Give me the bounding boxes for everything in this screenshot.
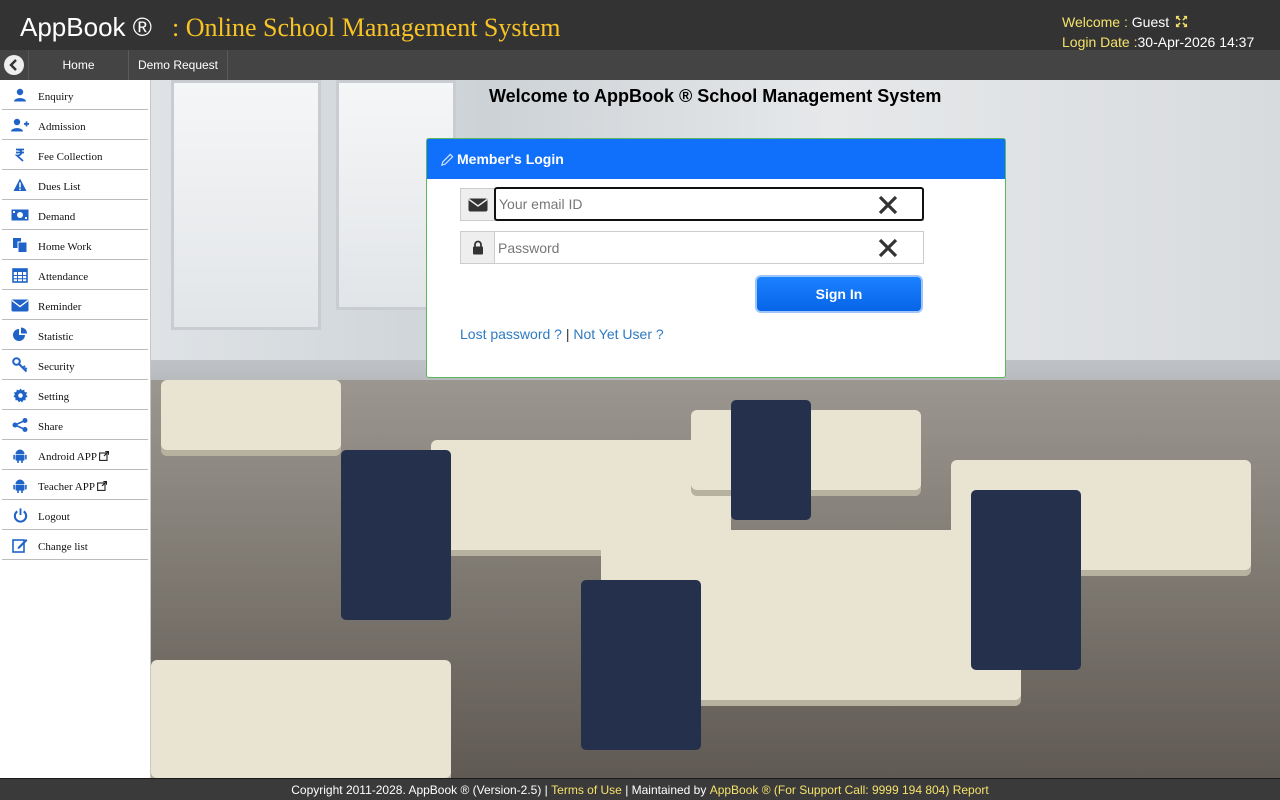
expand-icon[interactable] xyxy=(1175,15,1188,28)
sidebar-item-change-list[interactable]: Change list xyxy=(2,530,148,560)
desk xyxy=(151,660,451,778)
user-info: Welcome : Guest Login Date :30-Apr-2026 … xyxy=(1062,12,1254,52)
login-date-label: Login Date : xyxy=(1062,34,1138,50)
nav-bar: Home Demo Request xyxy=(0,50,1280,80)
chevron-left-icon xyxy=(4,55,24,75)
sidebar-item-attendance[interactable]: Attendance xyxy=(2,260,148,290)
android-icon xyxy=(11,476,29,494)
lost-password-link[interactable]: Lost password ? xyxy=(460,326,562,342)
sidebar-item-dues-list[interactable]: Dues List xyxy=(2,170,148,200)
files-icon xyxy=(11,236,29,254)
chair xyxy=(971,490,1081,670)
login-panel-header: Member's Login xyxy=(427,139,1005,179)
login-links: Lost password ? | Not Yet User ? xyxy=(460,326,664,342)
sidebar-item-label: Attendance xyxy=(38,271,89,283)
external-link-icon xyxy=(97,481,107,491)
chair xyxy=(341,450,451,620)
app-subtitle: : Online School Management System xyxy=(172,13,561,42)
chair xyxy=(581,580,701,750)
sidebar-toggle-button[interactable] xyxy=(0,50,29,80)
sidebar-item-label: Share xyxy=(38,421,64,433)
user-icon xyxy=(11,86,29,104)
chair xyxy=(731,400,811,520)
power-icon xyxy=(11,506,29,524)
not-yet-user-link[interactable]: Not Yet User ? xyxy=(573,326,663,342)
sidebar-item-label: Admission xyxy=(38,121,86,133)
sidebar-item-text: Android APP xyxy=(38,451,97,463)
sidebar-item-label: Change list xyxy=(38,541,88,553)
sidebar-item-enquiry[interactable]: Enquiry xyxy=(2,80,148,110)
sidebar-item-label: Logout xyxy=(38,511,70,523)
sidebar-item-label: Teacher APP xyxy=(38,480,107,494)
sidebar-item-teacher-app[interactable]: Teacher APP xyxy=(2,470,148,500)
calendar-icon xyxy=(11,266,29,284)
welcome-user: Guest xyxy=(1131,14,1170,30)
maintained-text: | Maintained by xyxy=(625,782,707,797)
sidebar-item-setting[interactable]: Setting xyxy=(2,380,148,410)
sidebar-item-android-app[interactable]: Android APP xyxy=(2,440,148,470)
sidebar-item-label: Enquiry xyxy=(38,91,74,103)
sidebar-item-reminder[interactable]: Reminder xyxy=(2,290,148,320)
copyright-text: Copyright 2011-2028. AppBook ® (Version-… xyxy=(291,782,548,797)
key-icon xyxy=(11,356,29,374)
login-panel-title: Member's Login xyxy=(457,151,564,167)
sidebar-item-label: Android APP xyxy=(38,450,109,464)
clear-email-icon[interactable] xyxy=(877,194,899,216)
clear-password-icon[interactable] xyxy=(877,237,899,259)
gear-icon xyxy=(11,386,29,404)
link-separator: | xyxy=(565,326,570,342)
password-field-group xyxy=(460,231,924,264)
sidebar-item-label: Statistic xyxy=(38,331,74,343)
sidebar: Enquiry Admission Fee Collection Dues Li… xyxy=(0,80,151,778)
page-title: Welcome to AppBook ® School Management S… xyxy=(489,86,942,106)
pencil-icon xyxy=(441,153,454,166)
envelope-icon xyxy=(461,189,495,220)
external-link-icon xyxy=(99,451,109,461)
top-header: AppBook ® : Online School Management Sys… xyxy=(0,0,1280,50)
tab-home[interactable]: Home xyxy=(29,50,129,80)
app-brand: AppBook ® xyxy=(20,12,152,42)
email-field-group xyxy=(460,187,924,221)
sidebar-item-label: Setting xyxy=(38,391,70,403)
edit-icon xyxy=(11,536,29,554)
window xyxy=(171,80,321,330)
sidebar-item-label: Security xyxy=(38,361,75,373)
money-icon xyxy=(11,206,29,224)
login-panel: Member's Login Sign In Lost password ? |… xyxy=(426,138,1006,378)
envelope-icon xyxy=(11,296,29,314)
sidebar-item-fee-collection[interactable]: Fee Collection xyxy=(2,140,148,170)
tab-demo-request[interactable]: Demo Request xyxy=(129,50,228,80)
sidebar-item-label: Demand xyxy=(38,211,76,223)
rupee-icon xyxy=(11,146,29,164)
sidebar-item-label: Reminder xyxy=(38,301,82,313)
sidebar-item-label: Home Work xyxy=(38,241,92,253)
sidebar-item-demand[interactable]: Demand xyxy=(2,200,148,230)
support-link[interactable]: AppBook ® (For Support Call: 9999 194 80… xyxy=(710,783,950,797)
password-input[interactable] xyxy=(495,232,923,263)
login-date-value: 30-Apr-2026 14:37 xyxy=(1137,34,1255,50)
report-link[interactable]: Report xyxy=(953,783,989,797)
android-icon xyxy=(11,446,29,464)
terms-link[interactable]: Terms of Use xyxy=(551,783,622,797)
user-plus-icon xyxy=(11,116,29,134)
footer: Copyright 2011-2028. AppBook ® (Version-… xyxy=(0,778,1280,800)
email-input[interactable] xyxy=(494,187,924,221)
sidebar-item-home-work[interactable]: Home Work xyxy=(2,230,148,260)
share-icon xyxy=(11,416,29,434)
sidebar-item-statistic[interactable]: Statistic xyxy=(2,320,148,350)
sign-in-button[interactable]: Sign In xyxy=(755,275,923,313)
sidebar-item-share[interactable]: Share xyxy=(2,410,148,440)
desk xyxy=(161,380,341,450)
pie-chart-icon xyxy=(11,326,29,344)
sidebar-item-label: Fee Collection xyxy=(38,151,103,163)
sidebar-item-label: Dues List xyxy=(38,181,81,193)
sidebar-item-text: Teacher APP xyxy=(38,481,95,493)
lock-icon xyxy=(461,232,495,263)
sidebar-item-admission[interactable]: Admission xyxy=(2,110,148,140)
welcome-label: Welcome : xyxy=(1062,14,1128,30)
warning-icon xyxy=(11,176,29,194)
sidebar-item-security[interactable]: Security xyxy=(2,350,148,380)
sidebar-item-logout[interactable]: Logout xyxy=(2,500,148,530)
